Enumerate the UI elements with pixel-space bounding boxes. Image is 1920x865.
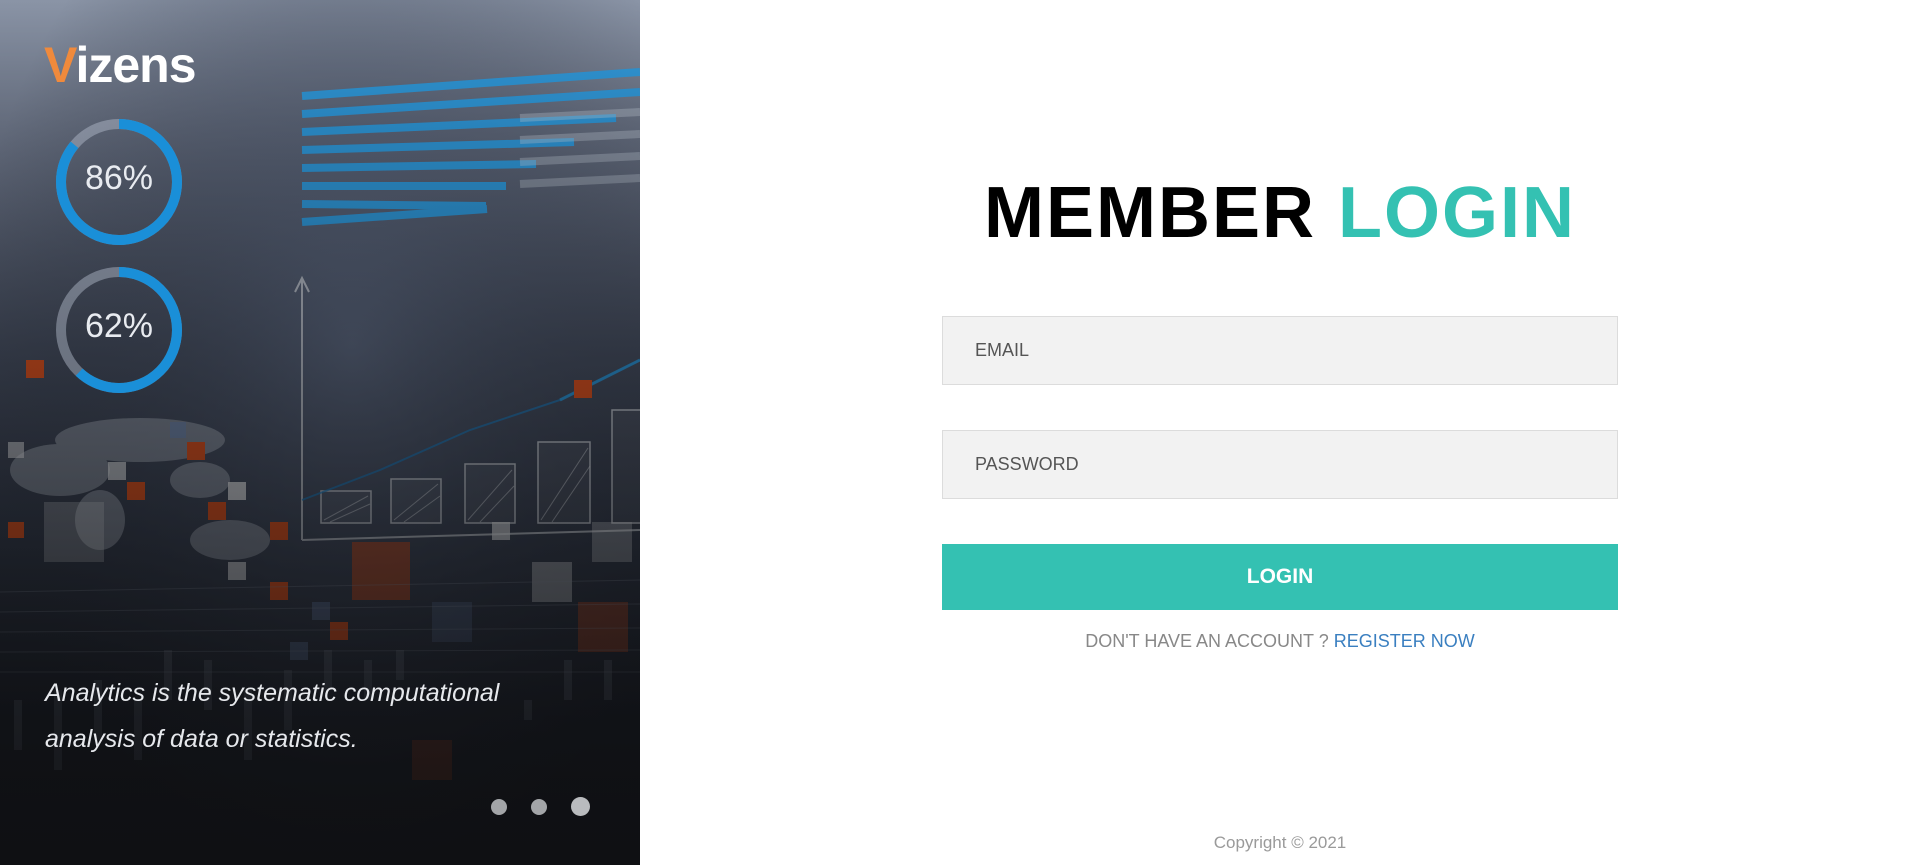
email-field[interactable] [942,316,1618,385]
hero-tagline: Analytics is the systematic computationa… [45,670,545,762]
hero-tagline-line-1: Analytics is the systematic computationa… [45,679,500,707]
login-button[interactable]: LOGIN [942,544,1618,610]
register-now-link[interactable]: REGISTER NOW [1334,631,1475,651]
signup-prompt: DON'T HAVE AN ACCOUNT ? REGISTER NOW [640,631,1920,652]
hero-panel: Vizens 86% 62% Analytics is the systemat… [0,0,640,865]
login-panel: MEMBER LOGIN LOGIN DON'T HAVE AN ACCOUNT… [640,0,1920,865]
brand-logo: Vizens [44,36,197,94]
stat-ring-1: 86% [42,117,196,247]
password-field[interactable] [942,430,1618,499]
stat-ring-1-label: 86% [84,159,154,197]
login-page: Vizens 86% 62% Analytics is the systemat… [0,0,1920,865]
carousel-dot-3[interactable] [571,797,590,816]
page-title: MEMBER LOGIN [640,172,1920,254]
brand-logo-text: izens [75,37,196,93]
signup-prompt-text: DON'T HAVE AN ACCOUNT ? [1085,631,1329,651]
page-title-word-2: LOGIN [1338,173,1576,253]
stat-ring-2: 62% [42,265,196,395]
carousel-dot-2[interactable] [531,798,547,815]
stat-ring-2-label: 62% [84,307,154,345]
brand-logo-initial: V [44,37,76,93]
hero-tagline-line-2: analysis of data or statistics. [45,725,358,753]
carousel-dot-1[interactable] [491,798,507,815]
carousel-dots [491,797,590,816]
page-title-word-1: MEMBER [983,173,1316,253]
copyright-text: Copyright © 2021 [1213,833,1347,852]
